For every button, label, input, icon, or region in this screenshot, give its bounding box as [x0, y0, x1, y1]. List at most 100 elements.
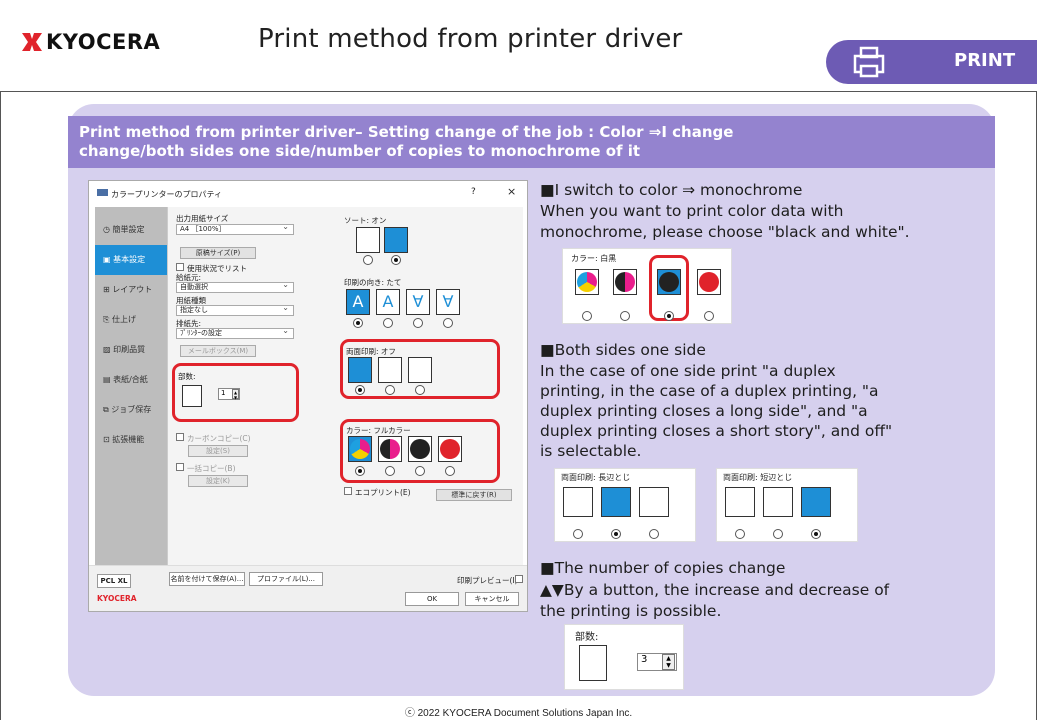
orientation-portrait-icon[interactable]: A	[346, 289, 370, 315]
bw-radio-1	[582, 311, 592, 321]
orientation-radio-1[interactable]	[353, 318, 363, 328]
short-radio-3	[811, 529, 821, 539]
orientation-label: 印刷の向き: たて	[344, 278, 402, 287]
nav-item-quick[interactable]: ◷ 簡単設定	[95, 215, 167, 245]
copies-screenshot: 部数: 3 ▲ ▼	[564, 624, 684, 690]
reset-button[interactable]: 標準に戻す(R)	[436, 489, 512, 501]
color-label: カラー: フルカラー	[346, 426, 411, 435]
nav-item-cover[interactable]: ▤ 表紙/合紙	[95, 365, 167, 395]
duplex-short-icon[interactable]	[408, 357, 432, 383]
duplex-off-radio[interactable]	[355, 385, 365, 395]
output-dropdown[interactable]: ﾌﾟﾘﾝﾀｰの設定	[176, 326, 294, 339]
duplex-long-label: 両面印刷: 長辺とじ	[561, 473, 631, 482]
duplex-long-icon[interactable]	[378, 357, 402, 383]
original-size-button[interactable]: 原稿サイズ(P)	[180, 247, 256, 259]
paper-size-label: 出力用紙サイズ	[176, 214, 229, 223]
long-radio-3	[649, 529, 659, 539]
short-off-icon	[725, 487, 755, 517]
kyocera-logo: KYOCERA	[22, 30, 160, 54]
copies-example-icon	[579, 645, 607, 681]
batch-copy-checkbox[interactable]	[176, 463, 184, 471]
sort-off-radio[interactable]	[363, 255, 373, 265]
bw-radio-3	[664, 311, 674, 321]
copies-example-label: 部数:	[575, 632, 599, 643]
batch-copy-label: 一括コピー(B)	[187, 464, 236, 473]
nav-item-basic[interactable]: ▣ 基本設定	[95, 245, 167, 275]
long-off-icon	[563, 487, 593, 517]
color-mono-radio[interactable]	[415, 466, 425, 476]
print-badge: PRINT	[826, 40, 1037, 84]
preview-label: 印刷プレビュー(I)	[457, 576, 518, 585]
copies-document-icon	[182, 385, 202, 407]
orientation-landscape-icon[interactable]: A	[376, 289, 400, 315]
mailbox-button[interactable]: メールボックス(M)	[180, 345, 256, 357]
section3-line-2: the printing is possible.	[540, 602, 722, 620]
color-auto-radio[interactable]	[385, 466, 395, 476]
carbon-copy-checkbox[interactable]	[176, 433, 184, 441]
sort-on-radio[interactable]	[391, 255, 401, 265]
copies-stepper[interactable]: ▲ ▼	[232, 389, 239, 400]
duplex-off-icon[interactable]	[348, 357, 372, 383]
nav-label: 簡単設定	[112, 225, 145, 234]
section2-line-4: duplex printing closes a short story", a…	[540, 422, 893, 440]
carbon-copy-label: カーボンコピー(C)	[187, 434, 251, 443]
duplex-label: 両面印刷: オフ	[346, 347, 396, 356]
help-button[interactable]: ?	[471, 187, 476, 197]
ecoprint-label: エコプリント(E)	[355, 488, 411, 497]
color-full-radio[interactable]	[355, 466, 365, 476]
page-title: Print method from printer driver	[258, 24, 683, 54]
cancel-button[interactable]: キャンセル	[465, 592, 519, 606]
source-dropdown[interactable]: 自動選択	[176, 280, 294, 293]
save-as-button[interactable]: 名前を付けて保存(A)...	[169, 572, 245, 586]
nav-item-layout[interactable]: ⊞ レイアウト	[95, 275, 167, 305]
bw-radio-4	[704, 311, 714, 321]
bw-single-icon	[697, 269, 721, 295]
media-dropdown[interactable]: 指定なし	[176, 303, 294, 316]
section2-line-2: printing, in the case of a duplex printi…	[540, 382, 879, 400]
color-auto-icon[interactable]	[378, 436, 402, 462]
header: KYOCERA Print method from printer driver…	[0, 0, 1037, 92]
duplex-long-radio[interactable]	[385, 385, 395, 395]
ecoprint-checkbox[interactable]	[344, 487, 352, 495]
logo-text: KYOCERA	[46, 30, 161, 54]
color-single-radio[interactable]	[445, 466, 455, 476]
page-border-left	[0, 92, 1, 720]
sort-off-icon[interactable]	[356, 227, 380, 253]
color-mono-icon[interactable]	[408, 436, 432, 462]
copies-label: 部数:	[178, 372, 196, 381]
print-label: PRINT	[954, 50, 1016, 71]
list-by-usage-checkbox[interactable]	[176, 263, 184, 271]
ok-button[interactable]: OK	[405, 592, 459, 606]
short-long-icon	[763, 487, 793, 517]
nav-item-job-storage[interactable]: ⧉ ジョブ保存	[95, 395, 167, 425]
short-selected-icon	[801, 487, 831, 517]
footer-logo: KYOCERA	[97, 594, 137, 603]
settings-s-button[interactable]: 設定(S)	[188, 445, 248, 457]
nav-item-advanced[interactable]: ⊡ 拡張機能	[95, 425, 167, 455]
bw-radio-2	[620, 311, 630, 321]
color-full-icon[interactable]	[348, 436, 372, 462]
nav-label: 表紙/合紙	[113, 375, 148, 384]
color-single-icon[interactable]	[438, 436, 462, 462]
sort-on-icon[interactable]	[384, 227, 408, 253]
orientation-radio-4[interactable]	[443, 318, 453, 328]
settings-k-button[interactable]: 設定(K)	[188, 475, 248, 487]
paper-size-dropdown[interactable]: A4 ［100%］	[176, 222, 294, 235]
banner-line-2: change/both sides one side/number of cop…	[79, 142, 641, 160]
nav-item-quality[interactable]: ▨ 印刷品質	[95, 335, 167, 365]
orientation-rotated-landscape-icon[interactable]: ∀	[436, 289, 460, 315]
section1-title: ■I switch to color ⇒ monochrome	[540, 181, 803, 199]
long-selected-icon	[601, 487, 631, 517]
long-short-icon	[639, 487, 669, 517]
orientation-rotated-icon[interactable]: ∀	[406, 289, 430, 315]
orientation-radio-3[interactable]	[413, 318, 423, 328]
pcl-button[interactable]: PCL XL	[97, 574, 131, 588]
section2-line-1: In the case of one side print "a duplex	[540, 362, 836, 380]
orientation-radio-2[interactable]	[383, 318, 393, 328]
nav-item-finishing[interactable]: ⎘ 仕上げ	[95, 305, 167, 335]
preview-checkbox[interactable]	[515, 575, 523, 583]
dialog-sidebar: ◷ 簡単設定 ▣ 基本設定 ⊞ レイアウト ⎘ 仕上げ ▨ 印刷品質 ▤ 表紙/…	[95, 207, 167, 565]
profile-button[interactable]: プロファイル(L)...	[249, 572, 323, 586]
close-button[interactable]: ×	[507, 185, 516, 198]
duplex-short-radio[interactable]	[415, 385, 425, 395]
